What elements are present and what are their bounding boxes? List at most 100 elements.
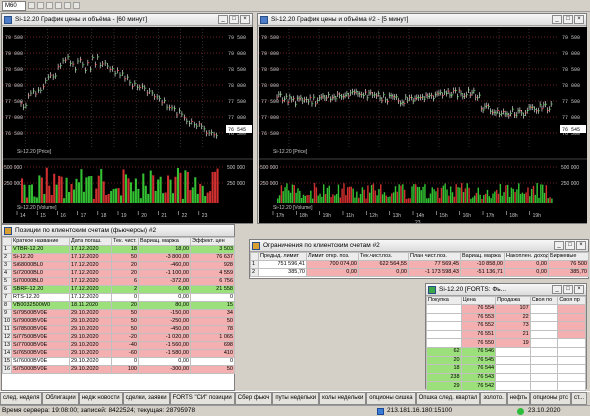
toolbar-icon-1[interactable]	[28, 2, 35, 9]
cell-pos: 6	[111, 277, 139, 286]
workspace-tab[interactable]: колы недельки	[319, 392, 367, 405]
orderbook-row[interactable]: 62 76 546	[426, 346, 586, 357]
orderbook-row[interactable]: 76 553 22	[426, 312, 586, 323]
column-header[interactable]: Тек.чист.поз.	[358, 252, 409, 261]
column-header[interactable]: Эффект. цен	[190, 237, 235, 246]
orderbook-row[interactable]: 18 76 544	[426, 364, 586, 374]
volume-bar	[479, 194, 481, 203]
table-row[interactable]: 1 751 596,41 700 074,00 622 564,55 77 569,45…	[250, 260, 589, 269]
workspace-tab[interactable]: Сбер фьюч	[234, 392, 273, 405]
main-toolbar: M60	[0, 0, 590, 12]
table-row[interactable]: 4 Si72000BL0 17.12.2020 20 -1 100,00 4 559	[2, 269, 235, 278]
close-button[interactable]: ×	[574, 15, 584, 24]
workspace-tab[interactable]: путы недельки	[272, 392, 320, 405]
orderbook-row[interactable]: 238 76 543	[426, 372, 586, 383]
minimize-button[interactable]: _	[554, 241, 564, 250]
column-header[interactable]: Накоплен. доход	[504, 252, 549, 261]
toolbar-icon-6[interactable]	[73, 2, 80, 9]
chart2-canvas[interactable]: 79 500 79 500 79 000 79 000 78 500 78 500 78 0…	[259, 27, 587, 223]
orderbook-row[interactable]: 20 76 545	[426, 355, 586, 366]
workspace-tab[interactable]: Опшка след. квартал	[415, 392, 481, 405]
chart1-titlebar[interactable]: Si-12.20 График цены и объёма - [60 мину…	[2, 14, 252, 26]
close-button[interactable]: ×	[576, 241, 586, 250]
orderbook-row[interactable]: 76 551 21	[426, 329, 586, 340]
maximize-button[interactable]: □	[565, 241, 575, 250]
orderbook-row[interactable]: 29 76 542	[426, 381, 586, 391]
column-header[interactable]: Покупка	[426, 296, 462, 305]
cell-buy	[426, 338, 462, 348]
workspace-tab[interactable]: след. неделя	[0, 392, 43, 405]
limits-titlebar[interactable]: Ограничения по клиентским счетам #2 _ □ ×	[250, 240, 588, 252]
table-row[interactable]: 6 SBRF-12.20 17.12.2020 2 6,00 21 558	[2, 285, 235, 294]
column-header[interactable]: Вариац. маржа	[460, 252, 505, 261]
toolbar-icon-3[interactable]	[46, 2, 53, 9]
close-button[interactable]: ×	[574, 285, 584, 294]
workspace-tab[interactable]: сделки, заявки	[122, 392, 170, 405]
toolbar-icon-5[interactable]	[64, 2, 71, 9]
table-row[interactable]: 14 Si76500BV0E 29.10.2020 -60 -1 580,00 410	[2, 349, 235, 358]
cell-pos: -40	[111, 341, 139, 350]
volume-bar	[523, 193, 525, 203]
maximize-button[interactable]: □	[229, 15, 239, 24]
column-header[interactable]: Своя пр	[557, 296, 586, 305]
workspace-tab[interactable]: опционы сишка	[366, 392, 416, 405]
volume-bar	[107, 193, 110, 203]
column-header[interactable]: Своя по	[529, 296, 559, 305]
column-header[interactable]: Биржевые	[548, 252, 589, 261]
table-row[interactable]: 12 Si77500BV0E 29.10.2020 -20 -1 020,00 1 065	[2, 333, 235, 342]
maximize-button[interactable]: □	[563, 15, 573, 24]
minimize-button[interactable]: _	[552, 285, 562, 294]
chart1-canvas[interactable]: 79 500 79 500 79 000 79 000 78 500 78 500 78 0…	[3, 27, 253, 223]
workspace-tab[interactable]: FORTS "СИ" позиции	[169, 392, 235, 405]
column-header[interactable]: Краткое название	[11, 237, 70, 246]
orderbook-row[interactable]: 76 552 73	[426, 321, 586, 331]
table-row[interactable]: 5 Si70000BL0 17.12.2020 6 -372,00 6 756	[2, 277, 235, 286]
workspace-tab[interactable]: ст...	[571, 392, 588, 405]
column-header[interactable]: Тек. чист.	[111, 237, 139, 246]
column-header[interactable]: План чист.поз.	[408, 252, 461, 261]
table-row[interactable]: 3 Si68000BL0 17.12.2020 20 -460,00 928	[2, 261, 235, 270]
volume-bar	[319, 193, 321, 203]
workspace-tab[interactable]: нефть	[506, 392, 531, 405]
positions-titlebar[interactable]: Позиции по клиентским счетам (фьючерсы) …	[2, 225, 234, 237]
table-row[interactable]: 13 Si77000BV0E 29.10.2020 -40 -1 560,00 698	[2, 341, 235, 350]
column-header[interactable]: Лимит откр. поз.	[306, 252, 359, 261]
column-header[interactable]: Дата погаш.	[69, 237, 112, 246]
table-row[interactable]: 9 Si79500BV0E 29.10.2020 50 -150,00 34	[2, 309, 235, 318]
toolbar-icon-2[interactable]	[37, 2, 44, 9]
minimize-button[interactable]: _	[552, 15, 562, 24]
volume-bar	[442, 185, 445, 203]
table-row[interactable]: 10 Si79000BV0E 29.10.2020 50 -250,00 50	[2, 317, 235, 326]
y-tick-label-left: 78 500	[261, 67, 279, 73]
column-header[interactable]: Вариац. маржа	[138, 237, 191, 246]
minimize-button[interactable]: _	[218, 15, 228, 24]
table-row[interactable]: 1 VTBR-12.20 17.12.2020 18 18,00 3 503	[2, 245, 235, 254]
timeframe-select[interactable]: M60	[2, 1, 26, 11]
cell-eff: 0	[190, 293, 235, 302]
column-header[interactable]: Цена	[460, 296, 497, 305]
table-row[interactable]: 15 Si76000BV0E 29.10.2020 0 0,00 0	[2, 357, 235, 366]
table-row[interactable]: 2 Si-12.20 17.12.2020 50 -3 800,00 76 637	[2, 253, 235, 262]
orderbook-row[interactable]: 76 550 19	[426, 338, 586, 348]
table-row[interactable]: 11 Si78500BV0E 29.10.2020 50 -450,00 78	[2, 325, 235, 334]
volume-bar	[416, 186, 419, 203]
workspace-tab[interactable]: золото.	[480, 392, 507, 405]
cell-pos: 0	[111, 357, 139, 366]
orderbook-titlebar[interactable]: Si-12.20 [FORTS: Фь... _ □ ×	[426, 284, 586, 296]
workspace-tab[interactable]: опционы ртс	[530, 392, 571, 405]
toolbar-icon-4[interactable]	[55, 2, 62, 9]
workspace-tab[interactable]: недж новости	[78, 392, 123, 405]
table-row[interactable]: 7 RTS-12.20 17.12.2020 0 0,00 0	[2, 293, 235, 302]
chart-window-60min: Si-12.20 График цены и объёма - [60 мину…	[1, 13, 253, 224]
table-row[interactable]: 8 VB0032500W0 18.11.2020 20 80,00 15	[2, 301, 235, 310]
column-header[interactable]: Предыд. лимит	[258, 252, 307, 261]
column-header[interactable]: Продажа	[495, 296, 531, 305]
chart2-titlebar[interactable]: Si-12.20 График цены и объёма #2 - [5 ми…	[258, 14, 586, 26]
volume-bar	[374, 190, 376, 203]
table-row[interactable]: 2 385,70 0,00 0,00 -1 173 598,43 -51 136,71 0,…	[250, 268, 589, 277]
workspace-tab[interactable]: Облигации	[42, 392, 79, 405]
close-button[interactable]: ×	[240, 15, 250, 24]
maximize-button[interactable]: □	[563, 285, 573, 294]
orderbook-row[interactable]: 76 554 107	[426, 304, 586, 314]
table-row[interactable]: 16 Si75000BV0E 29.10.2020 100 -300,00 50	[2, 365, 235, 374]
